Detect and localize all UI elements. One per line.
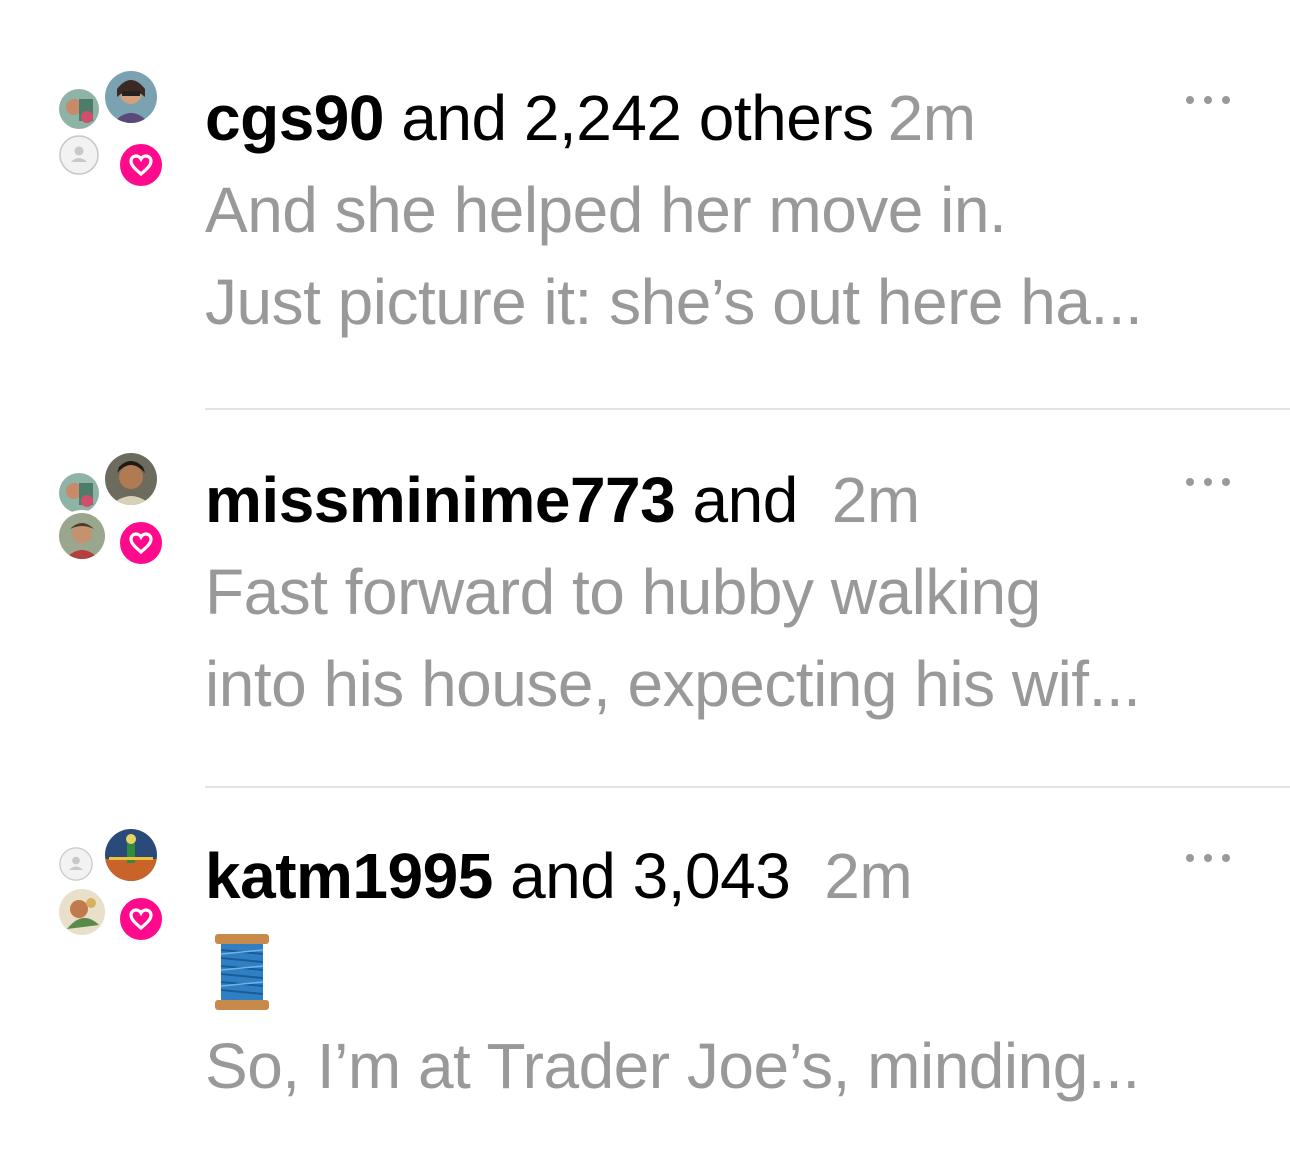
notification-item[interactable]: missminime773 and 2m Fast forward to hubb…: [0, 450, 1290, 750]
heart-badge-icon: [116, 140, 166, 190]
more-options-icon[interactable]: [1186, 848, 1230, 868]
avatar: [56, 510, 108, 562]
notification-item[interactable]: katm1995 and 3,043 2m So, I’m at Trader …: [0, 826, 1290, 1126]
post-preview: So, I’m at Trader Joe’s, minding...: [205, 1020, 1245, 1112]
more-options-icon[interactable]: [1186, 472, 1230, 492]
heart-badge-icon: [116, 894, 166, 944]
avatar-cluster: [56, 826, 166, 946]
avatar: [56, 86, 102, 132]
heart-badge-icon: [116, 518, 166, 568]
avatar: [102, 68, 160, 126]
preview-line: into his house, expecting his wif...: [205, 648, 1141, 720]
avatar: [102, 826, 160, 884]
more-options-icon[interactable]: [1186, 90, 1230, 110]
notification-headline: katm1995 and 3,043 2m: [205, 836, 913, 916]
username[interactable]: katm1995: [205, 840, 493, 912]
avatar-cluster: [56, 450, 166, 570]
notification-headline: cgs90 and 2,242 others 2m: [205, 78, 976, 158]
others-count[interactable]: and: [693, 464, 799, 536]
timestamp: 2m: [887, 82, 976, 154]
notification-headline: missminime773 and 2m: [205, 460, 920, 540]
default-avatar-icon: [56, 844, 96, 884]
preview-line: So, I’m at Trader Joe’s, minding...: [205, 1030, 1140, 1102]
notification-item[interactable]: cgs90 and 2,242 others 2m And she helped …: [0, 68, 1290, 378]
post-preview: Fast forward to hubby walking into his h…: [205, 546, 1245, 730]
activity-feed: cgs90 and 2,242 others 2m And she helped …: [0, 0, 1290, 1166]
others-count[interactable]: and 2,242 others: [401, 82, 874, 154]
spool-of-thread-icon: [213, 934, 271, 1010]
username[interactable]: missminime773: [205, 464, 676, 536]
default-avatar-icon: [56, 132, 102, 178]
avatar-cluster: [56, 68, 166, 190]
preview-line: Fast forward to hubby walking: [205, 556, 1041, 628]
divider: [205, 786, 1290, 788]
avatar: [56, 886, 108, 938]
avatar: [102, 450, 160, 508]
preview-line: And she helped her move in.: [205, 174, 1007, 246]
others-count[interactable]: and 3,043: [510, 840, 791, 912]
username[interactable]: cgs90: [205, 82, 384, 154]
timestamp: 2m: [831, 464, 920, 536]
timestamp: 2m: [824, 840, 913, 912]
preview-line: Just picture it: she’s out here ha...: [205, 266, 1143, 338]
divider: [205, 408, 1290, 410]
post-preview: And she helped her move in. Just picture…: [205, 164, 1245, 348]
